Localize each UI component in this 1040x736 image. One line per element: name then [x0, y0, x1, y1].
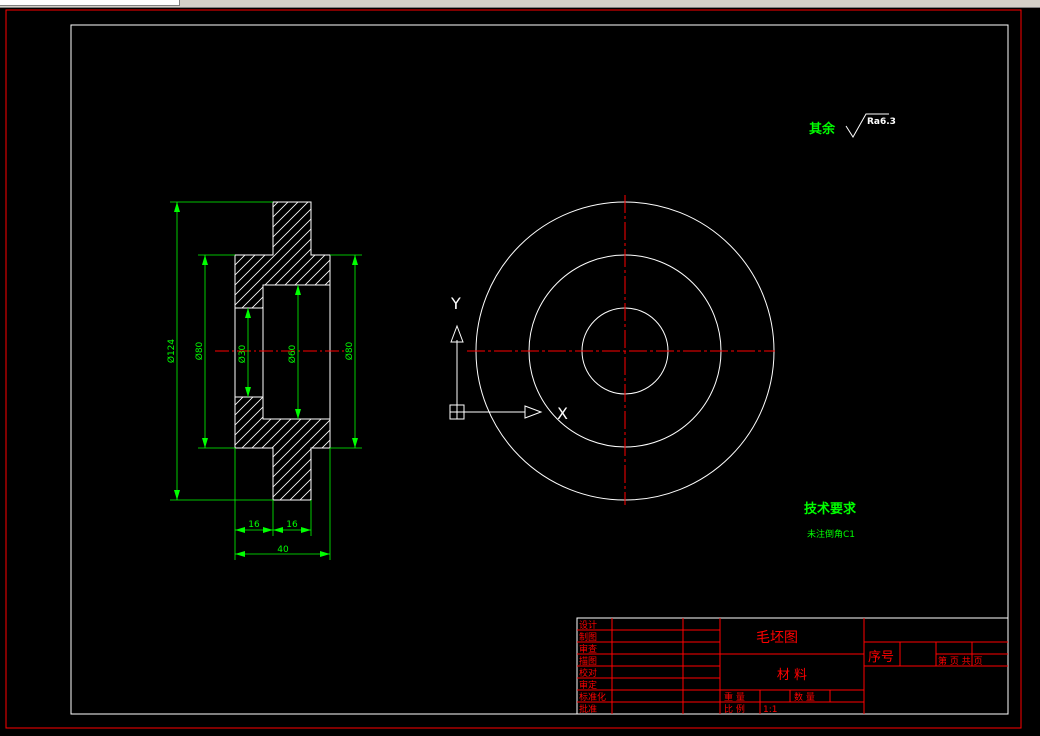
- roughness-value: Ra6.3: [867, 117, 896, 127]
- label-trace: 描图: [579, 655, 597, 667]
- drawing-canvas[interactable]: Ø124 Ø80 Ø30 Ø60 Ø80 16 16 40 Y X 其余 Ra6…: [0, 0, 1040, 736]
- ucs-icon: Y X: [449, 294, 568, 423]
- label-approve: 批准: [579, 703, 597, 715]
- scale-value: 1:1: [763, 705, 777, 715]
- label-approve-final: 审定: [579, 679, 597, 691]
- title-block-labels: 设计 制图 审查 描图 校对 审定 标准化 批准: [579, 619, 606, 715]
- dim-length-16-b: 16: [286, 520, 298, 530]
- dim-bore-small-diameter: Ø30: [237, 344, 248, 363]
- material-label: 材 料: [777, 668, 807, 683]
- label-draw: 制图: [579, 631, 597, 643]
- quantity-label: 数 量: [794, 691, 815, 703]
- cad-window: Ø124 Ø80 Ø30 Ø60 Ø80 16 16 40 Y X 其余 Ra6…: [0, 0, 1040, 736]
- roughness-annotation: 其余 Ra6.3: [809, 113, 896, 138]
- drawing-frame: [70, 24, 1009, 715]
- dim-outer-diameter: Ø124: [166, 339, 177, 364]
- dim-bore-big-diameter: Ø60: [287, 344, 298, 363]
- label-check: 校对: [579, 667, 597, 679]
- label-design: 设计: [579, 619, 597, 631]
- front-view[interactable]: [467, 195, 775, 505]
- technical-requirements: 技术要求 未注倒角C1: [804, 501, 857, 540]
- ucs-y-label: Y: [450, 294, 461, 313]
- drawing-name: 毛坯图: [756, 630, 798, 646]
- sequence-label: 序号: [868, 650, 894, 665]
- tech-requirements-title: 技术要求: [804, 501, 857, 517]
- weight-label: 重 量: [724, 691, 745, 703]
- label-standardize: 标准化: [579, 691, 606, 703]
- sheet-label: 第 页 共 页: [938, 655, 983, 667]
- label-review: 审查: [579, 643, 597, 655]
- roughness-prefix: 其余: [809, 121, 836, 137]
- tech-requirements-note: 未注倒角C1: [807, 528, 855, 540]
- dim-length-total: 40: [277, 545, 289, 555]
- ucs-x-label: X: [557, 404, 568, 423]
- dim-hub-left-diameter: Ø80: [194, 341, 205, 360]
- section-view[interactable]: Ø124 Ø80 Ø30 Ø60 Ø80 16 16 40: [166, 201, 362, 560]
- title-block[interactable]: 设计 制图 审查 描图 校对 审定 标准化 批准 毛坯图 材 料 重 量 数 量…: [576, 617, 1009, 715]
- scale-label: 比 例: [724, 703, 745, 715]
- dim-hub-right-diameter: Ø80: [344, 341, 355, 360]
- dim-length-16-a: 16: [248, 520, 260, 530]
